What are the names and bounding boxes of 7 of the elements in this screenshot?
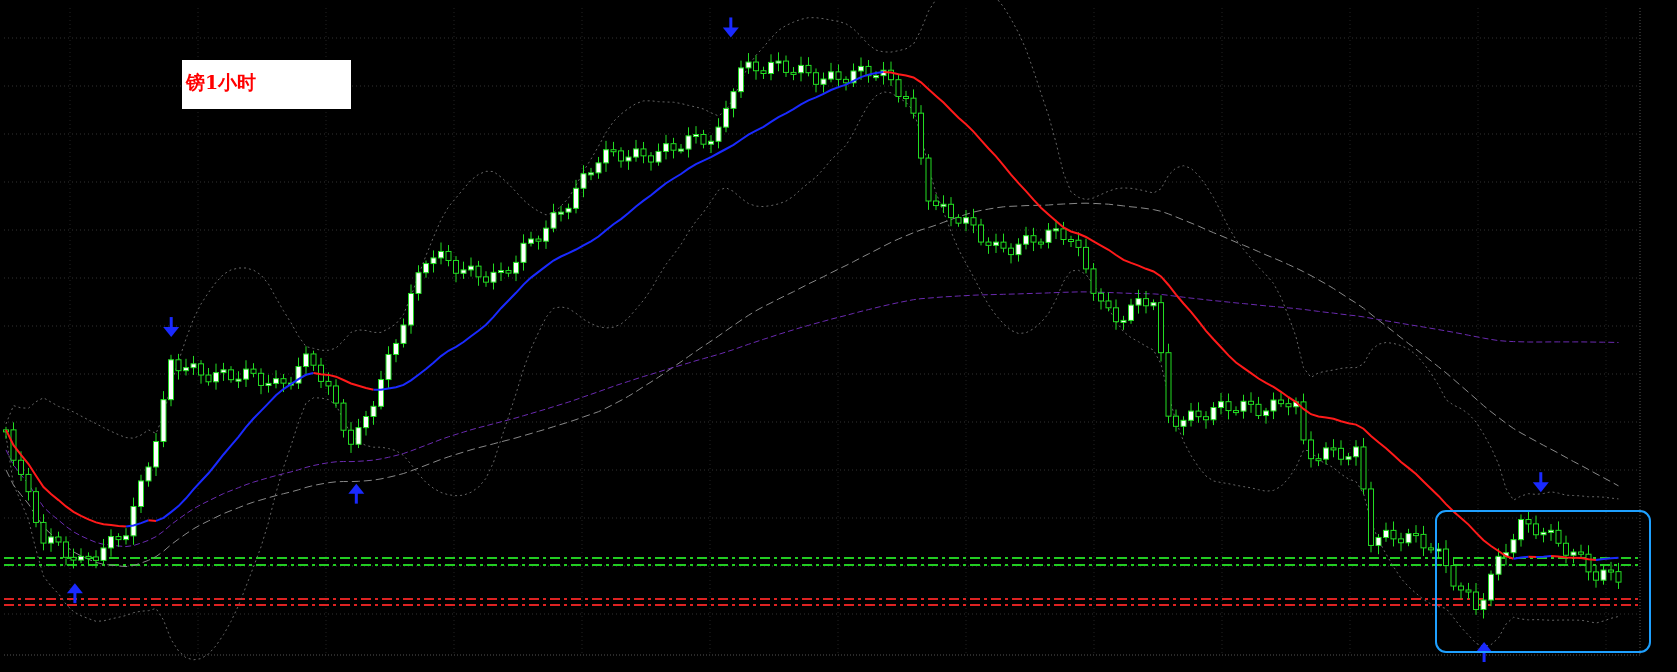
down-arrow-icon: [722, 17, 739, 38]
down-arrow-icon: [163, 317, 180, 338]
down-arrow-icon: [1532, 472, 1549, 493]
up-arrow-icon: [66, 583, 83, 604]
up-arrow-icon: [348, 483, 365, 504]
up-arrow-icon: [1476, 642, 1493, 662]
chart-label: 镑1小时: [186, 71, 257, 93]
